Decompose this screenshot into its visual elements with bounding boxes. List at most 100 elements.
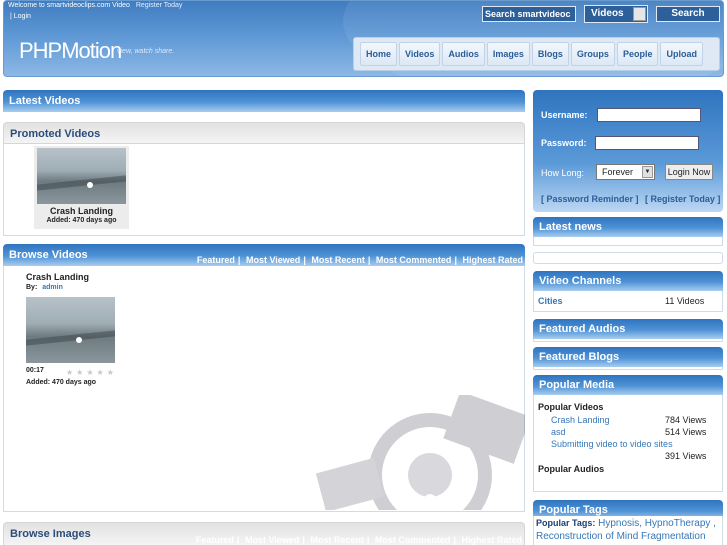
promoted-video-thumbnail[interactable] — [37, 148, 126, 204]
popular-tags-text: Popular Tags: Hypnosis, HypnoTherapy , R… — [536, 517, 722, 543]
nav-videos[interactable]: Videos — [399, 42, 441, 66]
popular-video-views: 514 Views — [665, 427, 707, 437]
browse-video-added: Added: 470 days ago — [26, 379, 97, 386]
how-long-select[interactable]: Forever ▼ — [596, 164, 655, 180]
by-label: By: — [26, 284, 38, 291]
author-link[interactable]: admin — [42, 284, 63, 291]
plane-icon — [87, 182, 93, 188]
separator: | — [302, 535, 305, 545]
browse-video-duration: 00:17 — [26, 367, 44, 374]
video-channels-body: Cities 11 Videos — [533, 291, 723, 312]
nav-blogs[interactable]: Blogs — [531, 42, 569, 66]
password-field[interactable] — [595, 136, 699, 150]
site-logo[interactable]: PHPMotion — [19, 38, 122, 64]
site-tagline: view, watch share. — [117, 48, 175, 55]
register-link[interactable]: Register Today — [136, 2, 183, 9]
star-icon[interactable]: ★ — [86, 368, 96, 377]
search-type-select[interactable]: Videos — [584, 5, 648, 23]
popular-video-views: 391 Views — [665, 451, 707, 461]
sort-highest-rated[interactable]: Highest Rated — [462, 255, 523, 265]
browse-images-title: Browse Images — [10, 528, 91, 540]
nav-groups[interactable]: Groups — [570, 42, 615, 66]
how-long-label: How Long: — [541, 168, 585, 178]
image-sort-featured[interactable]: Featured — [196, 535, 234, 545]
featured-audios-header: Featured Audios — [533, 319, 723, 339]
popular-video-link[interactable]: Crash Landing — [551, 415, 610, 425]
login-button[interactable]: Login Now — [665, 164, 713, 180]
main-nav: Home Videos Audios Images Blogs Groups P… — [353, 37, 720, 71]
image-sort-most-recent[interactable]: Most Recent — [310, 535, 364, 545]
film-reel-watermark — [315, 395, 525, 510]
sort-most-recent[interactable]: Most Recent — [311, 255, 365, 265]
browse-videos-title: Browse Videos — [9, 249, 88, 261]
username-label: Username: — [541, 110, 588, 120]
popular-video-views: 784 Views — [665, 415, 707, 425]
separator: | — [303, 255, 306, 265]
nav-home[interactable]: Home — [360, 42, 398, 66]
popular-video-link[interactable]: Submitting video to video sites — [551, 439, 721, 449]
star-icon[interactable]: ★ — [76, 368, 86, 377]
welcome-text: Welcome to smartvideoclips.com Video Reg… — [8, 2, 182, 9]
separator: | — [454, 255, 457, 265]
password-label: Password: — [541, 138, 587, 148]
channel-count: 11 Videos — [665, 296, 705, 306]
nav-upload[interactable]: Upload — [660, 42, 703, 66]
separator: | — [237, 255, 241, 265]
chevron-down-icon[interactable]: ▼ — [642, 166, 653, 178]
username-field[interactable] — [597, 108, 701, 122]
popular-audios-label: Popular Audios — [538, 464, 605, 474]
browse-videos-header: Browse Videos Featured | Most Viewed | Mos… — [3, 244, 525, 266]
separator: | — [236, 535, 240, 545]
sort-featured[interactable]: Featured — [197, 255, 235, 265]
image-sort-links: Featured | Most Viewed | Most Recent | Most… — [196, 529, 522, 545]
welcome-message: Welcome to smartvideoclips.com Video — [8, 2, 130, 9]
promoted-video-added: Added: 470 days ago — [46, 217, 117, 224]
search-type-value: Videos — [591, 8, 624, 19]
search-input[interactable]: Search smartvideoc — [482, 6, 576, 22]
image-sort-most-viewed[interactable]: Most Viewed — [245, 535, 299, 545]
channel-link[interactable]: Cities — [538, 296, 563, 306]
browse-video-thumbnail[interactable] — [26, 297, 115, 363]
rating-stars[interactable]: ★★★★★ — [66, 368, 117, 377]
featured-blogs-body — [533, 367, 723, 370]
video-channels-header: Video Channels — [533, 271, 723, 291]
image-sort-most-commented[interactable]: Most Commented — [375, 535, 451, 545]
star-icon[interactable]: ★ — [66, 368, 76, 377]
nav-audios[interactable]: Audios — [442, 42, 485, 66]
popular-video-link[interactable]: asd — [551, 427, 566, 437]
sort-most-viewed[interactable]: Most Viewed — [246, 255, 300, 265]
login-link[interactable]: | Login — [10, 13, 31, 20]
register-today-link[interactable]: [ Register Today ] — [645, 194, 720, 204]
search-button[interactable]: Search — [656, 6, 720, 22]
login-links: [ Password Reminder ] [ Register Today ] — [541, 194, 720, 204]
separator: | — [453, 535, 456, 545]
popular-tags-body: Popular Tags: Hypnosis, HypnoTherapy , R… — [533, 516, 723, 545]
promoted-videos-header: Promoted Videos — [3, 122, 525, 144]
browse-images-header: Browse Images Featured | Most Viewed | Mos… — [3, 522, 525, 545]
latest-news-body — [533, 237, 723, 246]
image-sort-highest-rated[interactable]: Highest Rated — [461, 535, 522, 545]
star-icon[interactable]: ★ — [107, 368, 117, 377]
featured-audios-body — [533, 339, 723, 342]
separator: | — [367, 255, 371, 265]
plane-icon — [76, 337, 82, 343]
popular-videos-label: Popular Videos — [538, 402, 604, 412]
chevron-down-icon[interactable] — [633, 7, 646, 21]
browse-video-title[interactable]: Crash Landing — [26, 272, 89, 282]
password-reminder-link[interactable]: [ Password Reminder ] — [541, 194, 639, 204]
star-icon[interactable]: ★ — [97, 368, 107, 377]
nav-people[interactable]: People — [616, 42, 659, 66]
how-long-value: Forever — [602, 167, 634, 177]
popular-tags-label: Popular Tags: — [536, 518, 596, 528]
latest-news-footer — [533, 252, 723, 264]
separator: | — [366, 535, 370, 545]
promoted-video-title[interactable]: Crash Landing — [37, 206, 126, 216]
popular-media-body: Popular Videos Crash Landing 784 Views a… — [533, 395, 723, 492]
nav-images[interactable]: Images — [486, 42, 530, 66]
latest-videos-header: Latest Videos — [3, 90, 525, 112]
latest-news-header: Latest news — [533, 217, 723, 237]
popular-media-header: Popular Media — [533, 375, 723, 395]
featured-blogs-header: Featured Blogs — [533, 347, 723, 367]
browse-video-byline: By: admin — [26, 284, 63, 291]
sort-most-commented[interactable]: Most Commented — [376, 255, 452, 265]
